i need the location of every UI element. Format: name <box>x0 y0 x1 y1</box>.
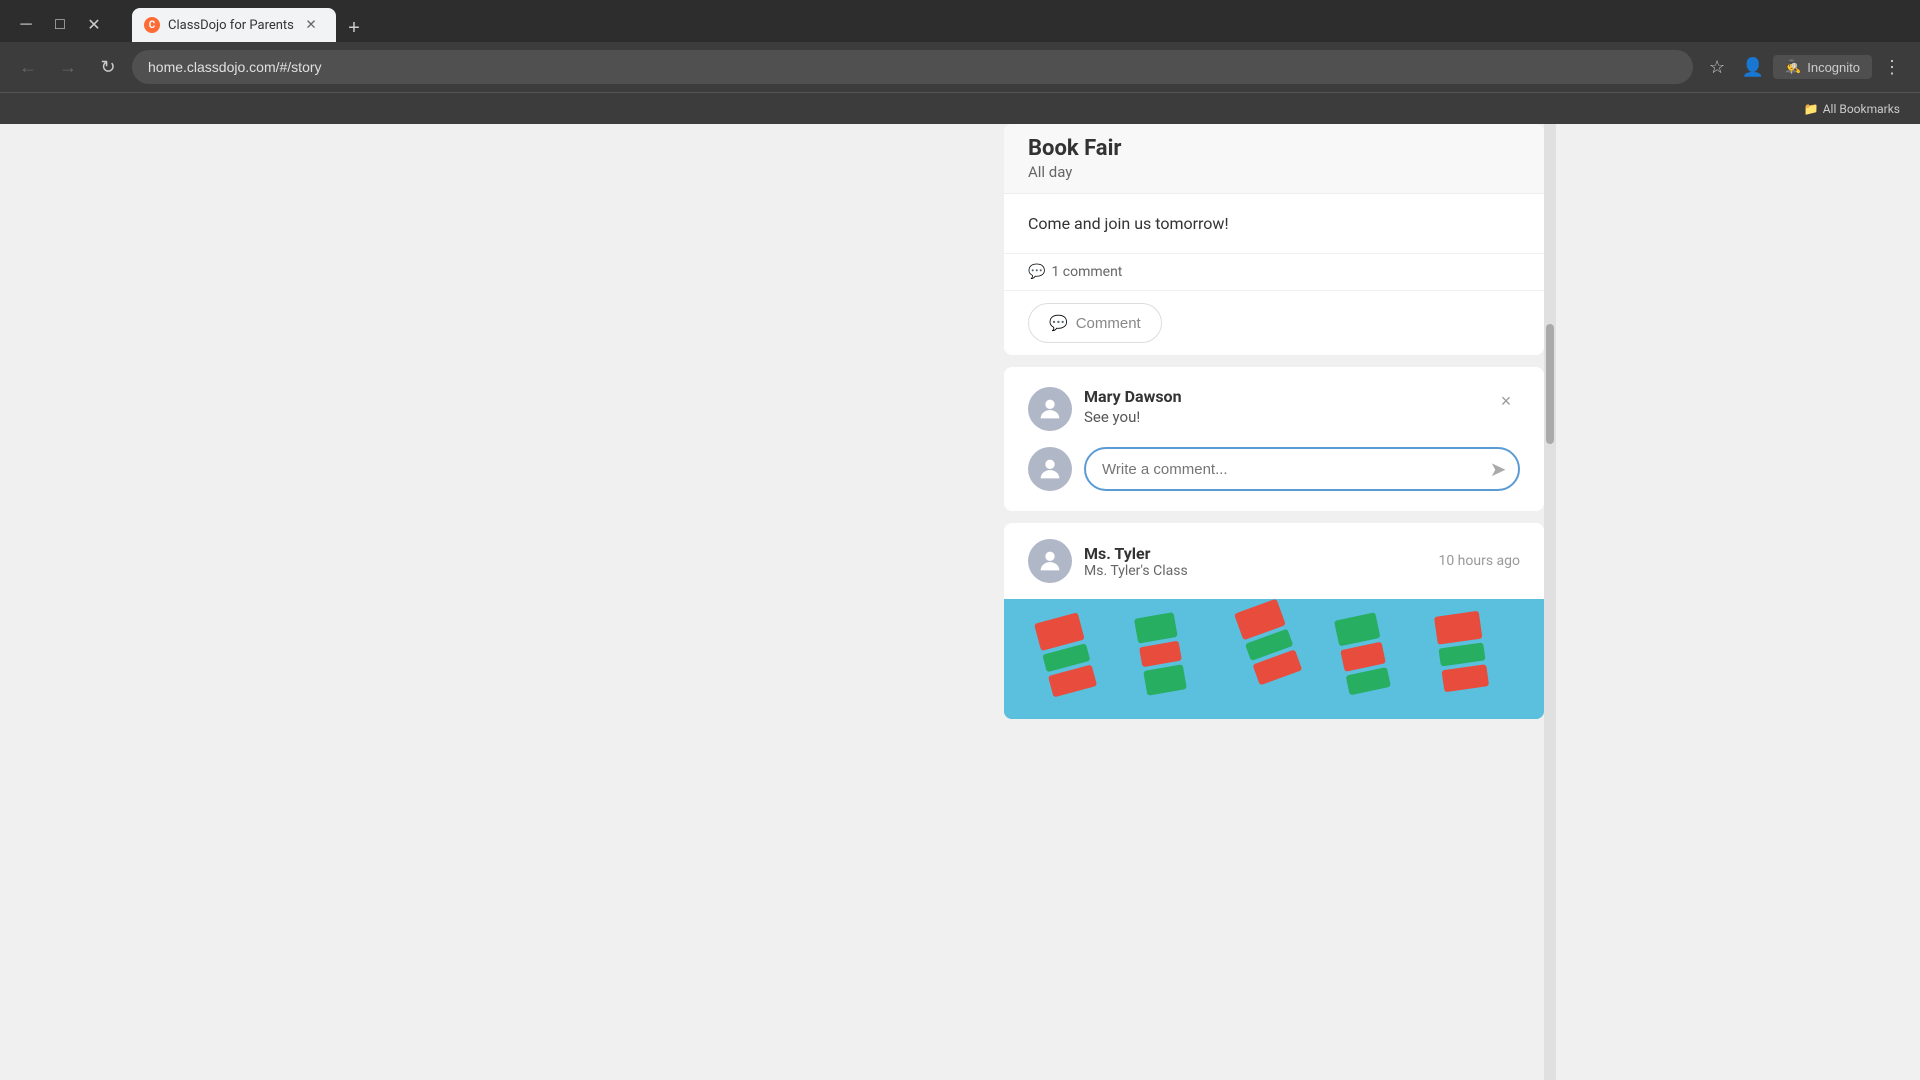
bookmarks-bar: 📁 All Bookmarks <box>0 92 1920 124</box>
send-comment-button[interactable]: ➤ <box>1478 449 1518 489</box>
all-bookmarks-item[interactable]: 📁 All Bookmarks <box>1796 100 1908 118</box>
incognito-icon: 🕵 <box>1785 59 1801 75</box>
post2-author-avatar <box>1028 539 1072 583</box>
refresh-button[interactable]: ↻ <box>92 51 124 83</box>
comment-count: 1 comment <box>1051 264 1122 280</box>
comment-icon: 💬 <box>1049 314 1068 332</box>
event-title: Book Fair <box>1028 136 1520 161</box>
post2-author-info: Ms. Tyler Ms. Tyler's Class <box>1084 544 1426 579</box>
commenter-avatar <box>1028 387 1072 431</box>
browser-toolbar: ← → ↻ ☆ 👤 🕵 Incognito ⋮ <box>0 42 1920 92</box>
send-icon: ➤ <box>1490 457 1507 482</box>
page-content: Book Fair All day Come and join us tomor… <box>0 124 1920 1080</box>
comment-button[interactable]: 💬 Comment <box>1028 303 1162 343</box>
tab-bar: C ClassDojo for Parents ✕ + <box>120 8 380 42</box>
comment-content: Mary Dawson See you! <box>1084 387 1520 426</box>
event-subtitle: All day <box>1028 163 1520 181</box>
tab-title: ClassDojo for Parents <box>168 18 294 33</box>
comment-author: Mary Dawson <box>1084 387 1520 406</box>
post2-header: Ms. Tyler Ms. Tyler's Class 10 hours ago <box>1004 523 1544 599</box>
scrollbar-thumb[interactable] <box>1546 324 1554 444</box>
title-bar: ─ □ ✕ C ClassDojo for Parents ✕ + <box>0 0 1920 42</box>
back-button[interactable]: ← <box>12 51 44 83</box>
toolbar-right: ☆ 👤 🕵 Incognito ⋮ <box>1701 51 1908 83</box>
address-bar[interactable] <box>132 50 1693 84</box>
active-tab[interactable]: C ClassDojo for Parents ✕ <box>132 8 336 42</box>
comment-input-wrapper: ➤ <box>1084 447 1520 491</box>
post2-image <box>1004 599 1544 719</box>
event-post-card: Book Fair All day Come and join us tomor… <box>1004 124 1544 355</box>
event-header: Book Fair All day <box>1004 124 1544 194</box>
event-description: Come and join us tomorrow! <box>1004 194 1544 253</box>
comment-section: Mary Dawson See you! × <box>1004 367 1544 511</box>
current-user-avatar <box>1028 447 1072 491</box>
profile-button[interactable]: 👤 <box>1737 51 1769 83</box>
bookmark-folder-icon: 📁 <box>1804 102 1819 116</box>
tab-favicon: C <box>144 17 160 33</box>
comment-count-row: 💬 1 comment <box>1004 253 1544 290</box>
new-tab-button[interactable]: + <box>340 14 368 42</box>
minimize-button[interactable]: ─ <box>12 11 40 39</box>
post2-class: Ms. Tyler's Class <box>1084 563 1426 579</box>
delete-comment-button[interactable]: × <box>1492 387 1520 415</box>
comment-btn-row: 💬 Comment <box>1004 290 1544 355</box>
comment-count-icon: 💬 <box>1028 264 1045 280</box>
forward-button[interactable]: → <box>52 51 84 83</box>
incognito-button[interactable]: 🕵 Incognito <box>1773 55 1872 79</box>
comment-input[interactable] <box>1086 451 1478 488</box>
close-window-button[interactable]: ✕ <box>80 11 108 39</box>
post2-time: 10 hours ago <box>1438 553 1520 569</box>
right-scrollbar[interactable] <box>1544 124 1556 1080</box>
comment-input-row: ➤ <box>1028 447 1520 491</box>
tab-close-button[interactable]: ✕ <box>302 16 320 34</box>
window-controls: ─ □ ✕ <box>12 11 108 39</box>
second-post-card: Ms. Tyler Ms. Tyler's Class 10 hours ago <box>1004 523 1544 719</box>
main-content: Book Fair All day Come and join us tomor… <box>1004 124 1544 1080</box>
browser-chrome: ─ □ ✕ C ClassDojo for Parents ✕ + ← → ↻ <box>0 0 1920 124</box>
maximize-button[interactable]: □ <box>46 11 74 39</box>
comment-text: See you! <box>1084 408 1520 426</box>
left-panel <box>364 124 1004 1080</box>
bookmark-star-button[interactable]: ☆ <box>1701 51 1733 83</box>
menu-button[interactable]: ⋮ <box>1876 51 1908 83</box>
post2-author-name: Ms. Tyler <box>1084 544 1426 563</box>
comment-item: Mary Dawson See you! × <box>1028 387 1520 431</box>
